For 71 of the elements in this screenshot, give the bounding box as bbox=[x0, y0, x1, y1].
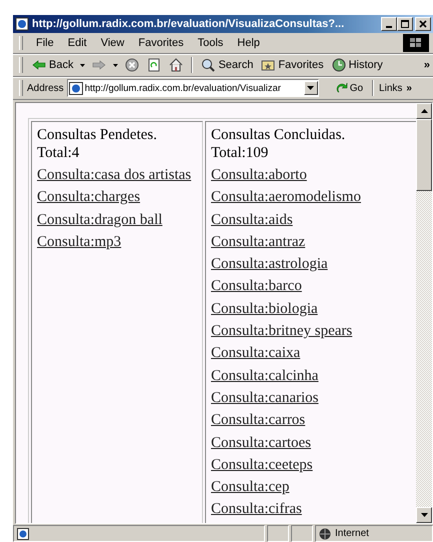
scroll-down-button[interactable] bbox=[416, 507, 432, 523]
menu-item[interactable]: Favorites bbox=[131, 36, 191, 50]
down-arrow-icon bbox=[420, 513, 428, 517]
globe-icon bbox=[319, 528, 331, 540]
query-link[interactable]: Consulta:cep bbox=[211, 476, 290, 498]
arrow-icon bbox=[336, 82, 348, 94]
dropdown-button[interactable] bbox=[78, 62, 88, 68]
browser-icon bbox=[15, 17, 29, 31]
dropdown-button[interactable] bbox=[111, 62, 120, 68]
home-icon bbox=[169, 58, 184, 72]
query-link[interactable]: Consulta:aborto bbox=[211, 164, 307, 186]
query-link[interactable]: Consulta:aeromodelismo bbox=[211, 186, 361, 209]
query-link[interactable]: Consulta:ceeteps bbox=[211, 454, 313, 476]
menu-item[interactable]: File bbox=[29, 36, 61, 50]
links-label[interactable]: Links bbox=[379, 82, 402, 94]
total-count: Total:109 bbox=[211, 144, 270, 162]
query-link[interactable]: Consulta:mp3 bbox=[37, 230, 122, 254]
query-link[interactable]: Consulta:dragon ball bbox=[37, 208, 162, 231]
query-link[interactable]: Consulta:biologia bbox=[211, 298, 318, 320]
stop-icon bbox=[125, 58, 140, 72]
address-field[interactable]: http://gollum.radix.com.br/evaluation/Visualizar bbox=[66, 79, 319, 97]
total-count: Total:4 bbox=[37, 144, 80, 162]
history-button[interactable]: History bbox=[328, 57, 386, 73]
back-arrow-icon bbox=[32, 58, 46, 72]
query-link[interactable]: Consulta:barco bbox=[211, 275, 302, 298]
menu-item[interactable]: Help bbox=[230, 36, 267, 50]
back-button[interactable]: Back bbox=[29, 57, 76, 73]
star-folder-icon bbox=[261, 58, 276, 72]
clock-icon bbox=[332, 58, 346, 72]
minimize-button[interactable] bbox=[381, 17, 397, 31]
search-button[interactable]: Search bbox=[198, 57, 256, 73]
overflow-chevron[interactable]: » bbox=[420, 58, 433, 72]
page-icon bbox=[17, 528, 29, 540]
address-label: Address bbox=[27, 82, 64, 94]
query-link[interactable]: Consulta:carros bbox=[211, 409, 306, 432]
query-link[interactable]: Consulta:astrologia bbox=[211, 253, 328, 276]
search-icon bbox=[201, 58, 216, 72]
maximize-icon bbox=[401, 20, 409, 28]
overflow-chevron[interactable]: » bbox=[406, 82, 412, 94]
column-heading: Consultas Pendetes. bbox=[37, 126, 158, 144]
query-link[interactable]: Consulta:cifras bbox=[211, 498, 302, 521]
refresh-icon bbox=[147, 58, 162, 72]
query-link[interactable]: Consulta:casa dos artistas bbox=[37, 164, 192, 186]
caret-icon bbox=[80, 64, 86, 66]
menu-item[interactable]: Edit bbox=[60, 36, 94, 50]
maximize-button[interactable] bbox=[397, 17, 413, 31]
caret-icon bbox=[307, 86, 314, 90]
query-link[interactable]: Consulta:canarios bbox=[211, 386, 318, 410]
query-link[interactable]: Consulta:aids bbox=[211, 208, 293, 231]
up-arrow-icon bbox=[420, 109, 428, 113]
go-button[interactable]: Go bbox=[332, 82, 368, 94]
close-button[interactable] bbox=[415, 17, 431, 31]
dropdown-button[interactable] bbox=[304, 81, 318, 95]
close-icon bbox=[419, 20, 427, 28]
zone-label: Internet bbox=[335, 528, 369, 539]
page-icon bbox=[68, 82, 83, 94]
query-link[interactable]: Consulta:antraz bbox=[211, 230, 306, 254]
scroll-thumb[interactable] bbox=[416, 119, 432, 191]
column-heading: Consultas Concluidas. bbox=[211, 126, 346, 144]
forward-arrow-icon bbox=[92, 58, 106, 72]
query-link[interactable]: Consulta:cartoes bbox=[211, 432, 311, 454]
menu-item[interactable]: View bbox=[94, 36, 132, 50]
query-link[interactable]: Consulta:charges bbox=[37, 186, 140, 209]
query-link[interactable]: Consulta:caixa bbox=[211, 342, 300, 365]
query-link[interactable]: Consulta:calcinha bbox=[211, 364, 318, 387]
menu-item[interactable]: Tools bbox=[190, 36, 230, 50]
window-title: http://gollum.radix.com.br/evaluation/VisualizaConsultas?... bbox=[32, 18, 346, 30]
scroll-up-button[interactable] bbox=[416, 103, 432, 119]
query-link[interactable]: Consulta:britney spears bbox=[211, 320, 352, 342]
favorites-button[interactable]: Favorites bbox=[258, 57, 327, 73]
caret-icon bbox=[113, 64, 118, 66]
